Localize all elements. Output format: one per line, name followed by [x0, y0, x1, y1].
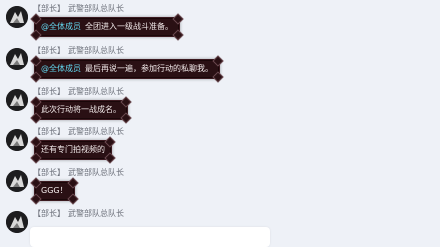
chat-message: 【部长】 武警部队总队长 @全体成员 最后再说一遍，参加行动的私聊我。 — [4, 46, 424, 84]
message-meta: 【部长】 武警部队总队长 — [33, 87, 124, 97]
user-avatar-icon — [6, 89, 28, 111]
member-role-tag: 【部长】 — [33, 127, 65, 136]
member-role-tag: 【部长】 — [33, 46, 65, 55]
member-name[interactable]: 武警部队总队长 — [68, 4, 124, 13]
avatar[interactable] — [6, 211, 28, 233]
mention-all[interactable]: @全体成员 — [41, 22, 81, 31]
avatar[interactable] — [6, 170, 28, 192]
chat-message: 【部长】 武警部队总队长 GGG！ — [4, 168, 424, 206]
message-meta: 【部长】 武警部队总队长 — [33, 209, 124, 219]
avatar[interactable] — [6, 6, 28, 28]
mention-all[interactable]: @全体成员 — [41, 64, 81, 73]
message-bubble: 还有专门拍视频的 — [30, 140, 116, 164]
member-role-tag: 【部长】 — [33, 87, 65, 96]
message-text: 最后再说一遍，参加行动的私聊我。 — [85, 64, 213, 73]
message-card-partial[interactable] — [30, 227, 270, 247]
message-bubble: @全体成员 全团进入一级战斗准备。 — [30, 17, 184, 41]
message-text: 此次行动将一战成名。 — [41, 105, 121, 114]
avatar[interactable] — [6, 48, 28, 70]
chat-message: 【部长】 武警部队总队长 还有专门拍视频的 — [4, 127, 424, 165]
member-name[interactable]: 武警部队总队长 — [68, 168, 124, 177]
avatar[interactable] — [6, 129, 28, 151]
user-avatar-icon — [6, 211, 28, 233]
member-role-tag: 【部长】 — [33, 209, 65, 218]
message-meta: 【部长】 武警部队总队长 — [33, 4, 124, 14]
user-avatar-icon — [6, 170, 28, 192]
user-avatar-icon — [6, 129, 28, 151]
member-name[interactable]: 武警部队总队长 — [68, 127, 124, 136]
message-meta: 【部长】 武警部队总队长 — [33, 168, 124, 178]
chat-message: 【部长】 武警部队总队长 此次行动将一战成名。 — [4, 87, 424, 125]
message-text: 全团进入一级战斗准备。 — [85, 22, 173, 31]
avatar[interactable] — [6, 89, 28, 111]
message-bubble: @全体成员 最后再说一遍，参加行动的私聊我。 — [30, 59, 224, 83]
message-meta: 【部长】 武警部队总队长 — [33, 127, 124, 137]
message-text: GGG！ — [41, 186, 68, 195]
member-name[interactable]: 武警部队总队长 — [68, 87, 124, 96]
message-bubble: 此次行动将一战成名。 — [30, 100, 132, 124]
message-bubble: GGG！ — [30, 181, 79, 205]
chat-log: 【部长】 武警部队总队长 @全体成员 全团进入一级战斗准备。 【部长】 武警部队总队长… — [0, 0, 440, 247]
chat-message: 【部长】 武警部队总队长 @全体成员 全团进入一级战斗准备。 — [4, 4, 424, 42]
message-text: 还有专门拍视频的 — [41, 145, 105, 154]
member-name[interactable]: 武警部队总队长 — [68, 209, 124, 218]
member-role-tag: 【部长】 — [33, 4, 65, 13]
message-meta: 【部长】 武警部队总队长 — [33, 46, 124, 56]
user-avatar-icon — [6, 6, 28, 28]
user-avatar-icon — [6, 48, 28, 70]
member-name[interactable]: 武警部队总队长 — [68, 46, 124, 55]
member-role-tag: 【部长】 — [33, 168, 65, 177]
